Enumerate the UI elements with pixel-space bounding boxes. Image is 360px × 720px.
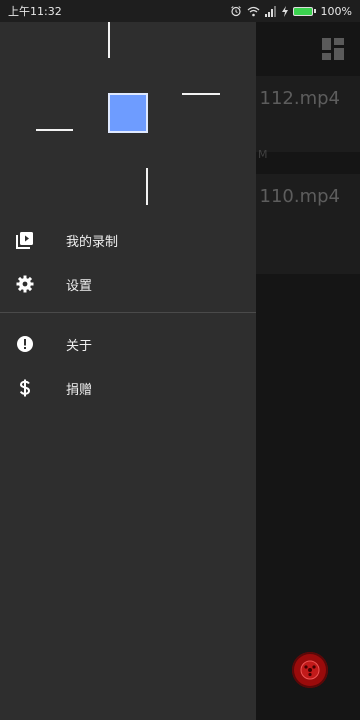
- status-bar: 上午11:32 100%: [0, 0, 360, 22]
- menu-item-donate[interactable]: 捐赠: [0, 366, 256, 410]
- battery-percent: 100%: [320, 4, 352, 18]
- menu-item-label: 捐赠: [66, 382, 93, 398]
- logo-square: [108, 93, 148, 133]
- app-logo: [0, 22, 256, 212]
- signal-icon: [264, 5, 277, 17]
- file-name: 112.mp4: [259, 88, 341, 109]
- menu-item-label: 设置: [66, 278, 93, 294]
- file-meta: M: [258, 148, 268, 161]
- video-library-icon: [15, 230, 35, 250]
- record-button[interactable]: [292, 652, 328, 688]
- record-icon: [300, 660, 320, 680]
- charging-icon: [281, 5, 288, 17]
- menu-item-my-recordings[interactable]: 我的录制: [0, 218, 256, 262]
- menu-item-settings[interactable]: 设置: [0, 262, 256, 306]
- menu-item-label: 我的录制: [66, 234, 119, 250]
- status-icons: 100%: [230, 5, 352, 18]
- alarm-icon: [230, 5, 242, 17]
- grid-view-icon[interactable]: [322, 38, 344, 60]
- battery-icon: [292, 6, 316, 16]
- dollar-icon: [15, 378, 35, 398]
- menu-item-about[interactable]: 关于: [0, 322, 256, 366]
- wifi-icon: [247, 6, 260, 17]
- menu-divider: [0, 312, 256, 313]
- status-time: 上午11:32: [8, 5, 62, 18]
- file-name: 110.mp4: [259, 186, 341, 207]
- screen: 上午11:32 100% 112.mp4 M 110.mp4 我的录制 设置 关…: [0, 0, 360, 720]
- menu-item-label: 关于: [66, 338, 93, 354]
- gear-icon: [15, 274, 35, 294]
- info-alert-icon: [15, 334, 35, 354]
- navigation-drawer: 我的录制 设置 关于 捐赠: [0, 22, 256, 720]
